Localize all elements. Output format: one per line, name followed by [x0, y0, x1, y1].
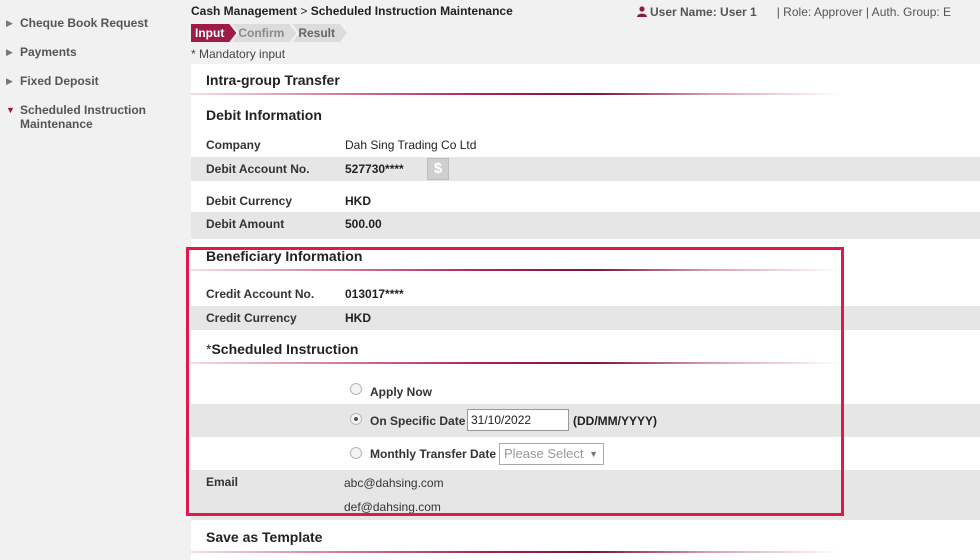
- email-label: Email: [206, 475, 239, 489]
- credit-currency-label: Credit Currency: [206, 311, 297, 325]
- credit-currency-row: Credit Currency HKD: [191, 306, 980, 330]
- specific-date-radio[interactable]: [350, 413, 362, 425]
- caret-down-icon: ▼: [6, 105, 15, 115]
- sidebar-item-label: Payments: [20, 45, 77, 59]
- monthly-date-label[interactable]: Monthly Transfer Date: [370, 447, 496, 461]
- debit-amount-label: Debit Amount: [206, 217, 285, 231]
- schedule-title-text: Scheduled Instruction: [211, 341, 359, 357]
- apply-now-radio[interactable]: [350, 383, 362, 395]
- debit-section-title: Debit Information: [206, 107, 322, 123]
- breadcrumb-separator: >: [300, 4, 308, 18]
- company-label: Company: [206, 138, 261, 152]
- breadcrumb: Cash Management > Scheduled Instruction …: [191, 4, 513, 18]
- section-divider: [191, 551, 841, 553]
- mandatory-note: * Mandatory input: [191, 47, 286, 61]
- debit-currency-label: Debit Currency: [206, 194, 293, 208]
- debit-amount-value: 500.00: [345, 217, 382, 231]
- step-input: Input: [191, 24, 236, 42]
- section-divider: [191, 93, 841, 95]
- debit-account-value: 527730****: [345, 162, 404, 176]
- user-name: User Name: User 1: [650, 5, 757, 19]
- company-row: Company Dah Sing Trading Co Ltd: [191, 133, 980, 157]
- sidebar-item-fixed-deposit[interactable]: ▶ Fixed Deposit: [6, 74, 176, 88]
- sidebar-item-payments[interactable]: ▶ Payments: [6, 45, 176, 59]
- debit-amount-row: Debit Amount 500.00: [191, 212, 980, 239]
- user-icon: [637, 6, 647, 17]
- email-address: def@dahsing.com: [344, 500, 441, 514]
- caret-right-icon: ▶: [6, 18, 13, 28]
- debit-account-label: Debit Account No.: [206, 162, 310, 176]
- sidebar: ▶ Cheque Book Request ▶ Payments ▶ Fixed…: [0, 0, 180, 560]
- specific-date-label[interactable]: On Specific Date: [370, 414, 465, 428]
- apply-now-row: Apply Now: [191, 374, 980, 404]
- sidebar-item-scheduled-instruction-maintenance[interactable]: ▼ Scheduled Instruction Maintenance: [6, 103, 166, 131]
- monthly-date-row: Monthly Transfer Date Please Select ▼: [191, 437, 980, 470]
- email-address: abc@dahsing.com: [344, 476, 444, 490]
- company-value: Dah Sing Trading Co Ltd: [345, 138, 477, 152]
- schedule-section-title: *Scheduled Instruction: [206, 341, 358, 357]
- specific-date-row: On Specific Date (DD/MM/YYYY): [191, 404, 980, 437]
- monthly-date-select-value: Please Select: [504, 446, 584, 461]
- sidebar-item-cheque-book-request[interactable]: ▶ Cheque Book Request: [6, 16, 176, 30]
- role-info: | Role: Approver | Auth. Group: E: [776, 5, 952, 19]
- sidebar-item-label: Cheque Book Request: [20, 16, 149, 30]
- caret-right-icon: ▶: [6, 47, 13, 57]
- main-panel: Intra-group Transfer Debit Information C…: [191, 64, 980, 560]
- debit-account-row: Debit Account No. 527730**** $: [191, 157, 980, 181]
- chevron-down-icon: ▼: [589, 449, 598, 459]
- section-divider: [191, 362, 841, 364]
- account-balance-button[interactable]: $: [427, 158, 449, 180]
- credit-account-row: Credit Account No. 013017****: [191, 282, 980, 306]
- specific-date-input[interactable]: [467, 409, 569, 431]
- step-confirm: Confirm: [232, 24, 296, 42]
- sidebar-item-label: Fixed Deposit: [20, 74, 99, 88]
- sidebar-item-label: Scheduled Instruction Maintenance: [20, 103, 147, 131]
- monthly-date-select[interactable]: Please Select ▼: [499, 443, 604, 465]
- step-result: Result: [292, 24, 347, 42]
- credit-account-label: Credit Account No.: [206, 287, 315, 301]
- section-divider: [191, 269, 841, 271]
- progress-steps: Input Confirm Result: [191, 24, 343, 42]
- template-section-title: Save as Template: [206, 529, 323, 545]
- debit-currency-row: Debit Currency HKD: [191, 189, 980, 213]
- breadcrumb-current: Scheduled Instruction Maintenance: [310, 4, 513, 18]
- monthly-date-radio[interactable]: [350, 447, 362, 459]
- transfer-title: Intra-group Transfer: [206, 72, 340, 88]
- apply-now-label[interactable]: Apply Now: [370, 385, 432, 399]
- beneficiary-section-title: Beneficiary Information: [206, 248, 363, 264]
- date-format-hint: (DD/MM/YYYY): [573, 414, 657, 428]
- caret-right-icon: ▶: [6, 76, 13, 86]
- credit-currency-value: HKD: [345, 311, 371, 325]
- breadcrumb-root[interactable]: Cash Management: [191, 4, 297, 18]
- user-info: User Name: User 1 | Role: Approver | Auth…: [637, 5, 980, 19]
- credit-account-value: 013017****: [345, 287, 404, 301]
- email-row: Email abc@dahsing.com def@dahsing.com: [191, 470, 980, 520]
- debit-currency-value: HKD: [345, 194, 371, 208]
